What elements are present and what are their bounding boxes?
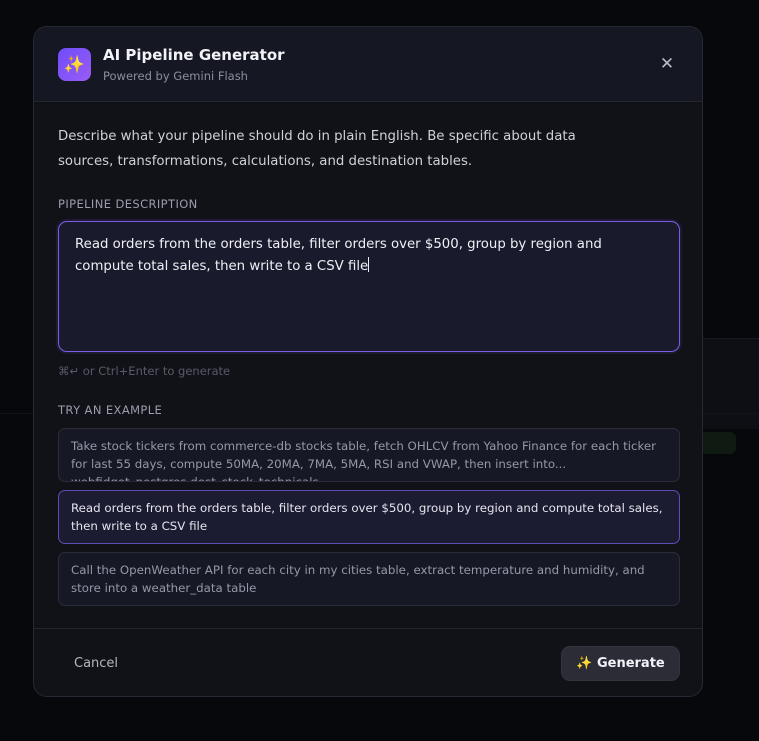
example-text: Take stock tickers from commerce-db stoc… (71, 439, 656, 482)
example-text: Read orders from the orders table, filte… (71, 501, 663, 533)
generate-button[interactable]: ✨ Generate (561, 646, 680, 681)
example-item-selected[interactable]: Read orders from the orders table, filte… (58, 490, 680, 544)
dialog-subtitle: Powered by Gemini Flash (103, 69, 248, 83)
close-icon: ✕ (659, 54, 675, 74)
background-badge (700, 432, 736, 454)
ai-pipeline-dialog: ✨ AI Pipeline Generator Powered by Gemin… (33, 26, 703, 697)
sparkles-icon: ✨ (58, 48, 91, 81)
cancel-button[interactable]: Cancel (74, 656, 118, 671)
keyboard-hint: ⌘↵ or Ctrl+Enter to generate (58, 364, 231, 378)
pipeline-description-input[interactable]: Read orders from the orders table, filte… (58, 221, 680, 352)
dialog-header: ✨ AI Pipeline Generator Powered by Gemin… (34, 27, 702, 102)
examples-label: TRY AN EXAMPLE (58, 403, 163, 417)
description-text: Read orders from the orders table, filte… (75, 237, 602, 274)
dialog-body: Describe what your pipeline should do in… (58, 102, 680, 606)
example-text: Call the OpenWeather API for each city i… (71, 563, 645, 595)
example-item[interactable]: Take stock tickers from commerce-db stoc… (58, 428, 680, 482)
example-item[interactable]: Call the OpenWeather API for each city i… (58, 552, 680, 606)
dialog-footer: Cancel ✨ Generate (34, 628, 702, 696)
description-label: PIPELINE DESCRIPTION (58, 197, 198, 211)
text-caret (368, 256, 370, 272)
close-button[interactable]: ✕ (656, 53, 678, 75)
generate-label: ✨ Generate (576, 656, 665, 671)
intro-text: Describe what your pipeline should do in… (58, 129, 576, 169)
dialog-title: AI Pipeline Generator (103, 46, 285, 64)
